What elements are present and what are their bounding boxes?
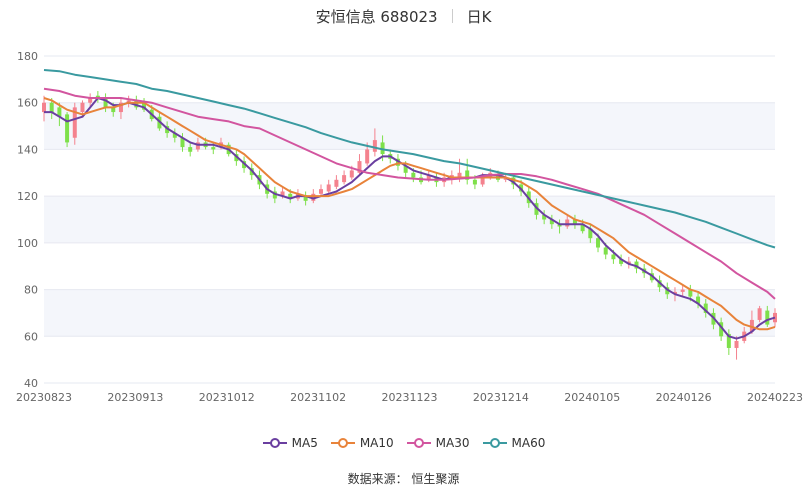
legend-item-ma10[interactable]: MA10: [330, 436, 394, 450]
candle-body: [680, 289, 685, 292]
x-tick-label: 20240126: [656, 391, 712, 404]
legend-swatch-dot: [269, 438, 280, 448]
legend-label: MA60: [511, 436, 546, 450]
candle-body: [480, 177, 485, 185]
kline-chart: 406080100120140160180 20230823 20230913 20…: [16, 50, 803, 404]
grid-band: [44, 289, 775, 337]
candle-body: [65, 114, 70, 143]
candle-body: [342, 175, 347, 183]
candle-body: [80, 102, 85, 113]
candle-body: [49, 102, 54, 113]
candle-body: [372, 140, 377, 152]
candle-body: [472, 179, 477, 185]
y-tick-label: 100: [17, 237, 38, 250]
data-source: 数据来源： 恒生聚源: [347, 472, 460, 486]
candle-body: [765, 310, 770, 325]
candle-body: [411, 172, 416, 178]
y-axis: 40 60 80 100 120 140 160 180: [17, 50, 38, 390]
y-tick-label: 180: [17, 50, 38, 63]
legend-label: MA5: [291, 436, 318, 450]
legend-swatch-dot: [413, 438, 424, 448]
legend-label: MA30: [435, 436, 470, 450]
candle-body: [188, 147, 193, 152]
legend-swatch-dot: [489, 438, 500, 448]
x-tick-label: 20230823: [16, 391, 72, 404]
legend-item-ma30[interactable]: MA30: [406, 436, 470, 450]
legend-swatch-icon: [262, 438, 287, 448]
x-tick-label: 20231214: [473, 391, 529, 404]
candle-body: [319, 189, 324, 194]
x-tick-label: 20230913: [107, 391, 163, 404]
y-tick-label: 140: [17, 143, 38, 156]
candle-body: [349, 170, 354, 178]
y-tick-label: 60: [24, 330, 38, 343]
legend-swatch-icon: [482, 438, 507, 448]
y-tick-label: 80: [24, 284, 38, 297]
candle-body: [757, 308, 762, 320]
legend-swatch-dot: [337, 438, 348, 448]
x-tick-label: 20231012: [199, 391, 255, 404]
candle-body: [211, 147, 216, 150]
x-tick-label: 20240223: [747, 391, 803, 404]
grid-bands: [44, 102, 775, 337]
legend-swatch-icon: [330, 438, 355, 448]
candle-body: [596, 238, 601, 248]
grid-band: [44, 196, 775, 243]
legend-item-ma60[interactable]: MA60: [482, 436, 546, 450]
candle-body: [734, 340, 739, 348]
legend-item-ma5[interactable]: MA5: [262, 436, 318, 450]
candle-body: [365, 149, 370, 164]
legend: MA5 MA10 MA30 MA60: [0, 436, 807, 450]
y-tick-label: 160: [17, 97, 38, 110]
candle-body: [603, 247, 608, 255]
candle-body: [326, 184, 331, 192]
legend-swatch-icon: [406, 438, 431, 448]
y-tick-label: 120: [17, 190, 38, 203]
candle-body: [565, 219, 570, 227]
y-tick-label: 40: [24, 377, 38, 390]
x-tick-label: 20240105: [564, 391, 620, 404]
x-tick-label: 20231123: [382, 391, 438, 404]
x-axis: 20230823 20230913 20231012 20231102 20231123…: [16, 391, 803, 404]
legend-label: MA10: [359, 436, 394, 450]
candle-body: [42, 102, 46, 113]
candle-body: [334, 179, 339, 187]
x-tick-label: 20231102: [290, 391, 346, 404]
candle-body: [611, 254, 616, 260]
